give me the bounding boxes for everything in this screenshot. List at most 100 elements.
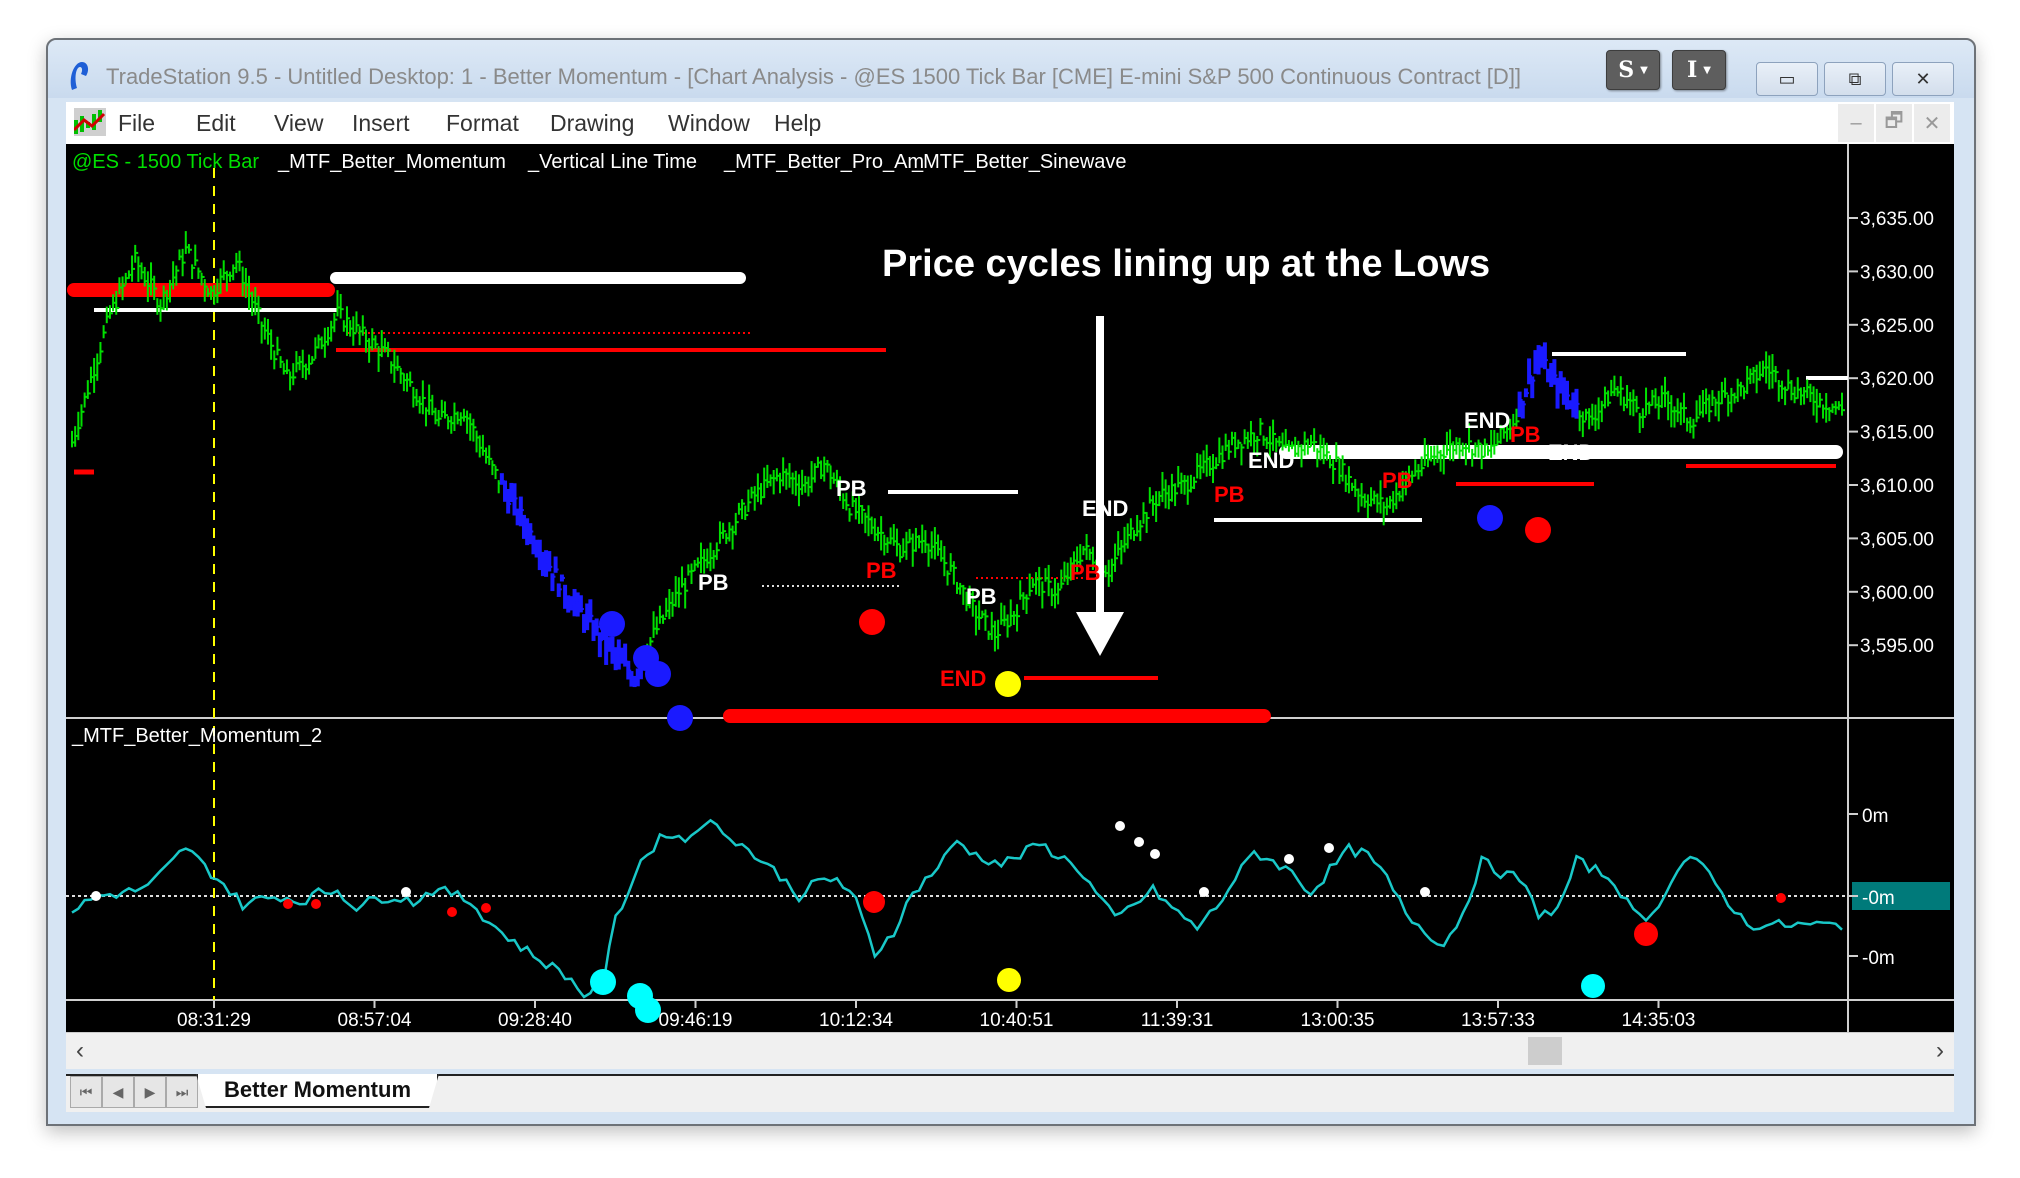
horizontal-scrollbar[interactable]: ‹ › <box>66 1032 1954 1069</box>
tradestation-logo-icon <box>70 62 89 90</box>
pb-label-red: PB <box>1382 468 1413 493</box>
i-overlay-button[interactable]: I ▼ <box>1672 50 1726 90</box>
red-dot <box>311 899 321 909</box>
oscillator-tick-label: -0m <box>1862 888 1895 909</box>
price-tick-label: 3,620.00 <box>1860 369 1934 390</box>
menu-edit[interactable]: Edit <box>196 110 236 137</box>
price-tick-label: 3,615.00 <box>1860 423 1934 444</box>
red-dot <box>283 899 293 909</box>
time-tick-label: 13:57:33 <box>1461 1010 1535 1031</box>
scroll-left-arrow-icon[interactable]: ‹ <box>76 1037 84 1065</box>
tab-next-button[interactable]: ▶ <box>134 1076 166 1108</box>
end-label: END <box>1248 448 1294 473</box>
pb-label-red: PB <box>1070 560 1101 585</box>
time-tick-label: 10:12:34 <box>819 1010 893 1031</box>
price-tick-label: 3,630.00 <box>1860 262 1934 283</box>
indicator-label-vertical-line[interactable]: _Vertical Line Time <box>527 151 697 173</box>
chart-canvas[interactable]: @ES - 1500 Tick Bar _MTF_Better_Momentum… <box>66 144 1954 1032</box>
white-dot <box>1420 887 1430 897</box>
pb-label: PB <box>698 570 729 595</box>
minimize-icon: – <box>1850 111 1862 134</box>
white-dot <box>1134 837 1144 847</box>
mdi-close-button[interactable]: ✕ <box>1914 104 1950 142</box>
menu-format[interactable]: Format <box>446 110 519 137</box>
price-tick-label: 3,610.00 <box>1860 476 1934 497</box>
i-button-label: I <box>1687 57 1698 83</box>
scroll-right-arrow-icon[interactable]: › <box>1936 1037 1944 1065</box>
chart-document-icon <box>74 108 106 136</box>
indicator-label-pro-am[interactable]: _MTF_Better_Pro_Am <box>723 151 924 173</box>
tab-prev-button[interactable]: ◀ <box>102 1076 134 1108</box>
title-bar: TradeStation 9.5 - Untitled Desktop: 1 -… <box>48 40 1974 98</box>
menu-window[interactable]: Window <box>668 110 750 137</box>
time-axis[interactable]: 08:31:29 08:57:04 09:28:40 09:46:19 10:12:34… <box>177 1000 1695 1031</box>
white-dot <box>401 887 411 897</box>
menu-drawing[interactable]: Drawing <box>550 110 634 137</box>
tab-last-button[interactable]: ⏭ <box>166 1076 198 1108</box>
white-dot <box>1199 887 1209 897</box>
price-tick-label: 3,625.00 <box>1860 316 1934 337</box>
menu-insert[interactable]: Insert <box>352 110 410 137</box>
window-title-tail: ]] <box>1508 64 1522 89</box>
menu-file[interactable]: File <box>118 110 155 137</box>
red-dot <box>481 903 491 913</box>
oscillator-line <box>71 818 1843 999</box>
pb-label-red: PB <box>1214 482 1245 507</box>
yellow-dot <box>997 968 1021 992</box>
s-button-label: S <box>1618 57 1635 83</box>
signal-dots <box>91 505 1786 1023</box>
pb-label: PB <box>966 584 997 609</box>
yellow-dot <box>995 671 1021 697</box>
first-icon: ⏮ <box>79 1083 93 1100</box>
end-label: END <box>1082 496 1128 521</box>
blue-dot <box>599 611 625 637</box>
red-dot <box>859 609 885 635</box>
symbol-label[interactable]: @ES - 1500 Tick Bar <box>72 151 259 173</box>
maximize-button[interactable]: ⧉ <box>1824 62 1886 96</box>
maximize-icon: ⧉ <box>1848 68 1862 89</box>
pb-label: PB <box>836 476 867 501</box>
pro-am-levels <box>67 272 1848 723</box>
annotation-text: Price cycles lining up at the Lows <box>882 243 1490 285</box>
white-dot <box>1115 821 1125 831</box>
time-tick-label: 14:35:03 <box>1622 1010 1696 1031</box>
caret-down-icon: ▼ <box>1640 64 1648 76</box>
blue-dot <box>1477 505 1503 531</box>
red-dot <box>447 907 457 917</box>
close-icon: ✕ <box>1923 112 1941 135</box>
scrollbar-thumb[interactable] <box>1528 1037 1562 1065</box>
price-tick-label: 3,600.00 <box>1860 583 1934 604</box>
close-button[interactable]: ✕ <box>1892 62 1954 96</box>
tab-first-button[interactable]: ⏮ <box>70 1076 102 1108</box>
indicator-label-sinewave[interactable]: _MTF_Better_Sinewave <box>911 151 1127 173</box>
cyan-dot <box>590 969 616 995</box>
oscillator-label[interactable]: _MTF_Better_Momentum_2 <box>71 725 322 747</box>
minimize-icon: ▭ <box>1778 68 1796 89</box>
pb-label-red: PB <box>866 558 897 583</box>
time-tick-label: 09:46:19 <box>659 1010 733 1031</box>
oscillator-tick-label: -0m <box>1862 948 1895 969</box>
minimize-button[interactable]: ▭ <box>1756 62 1818 96</box>
price-axis[interactable]: 3,635.00 3,630.00 3,625.00 3,620.00 3,615.00… <box>1848 209 1934 657</box>
end-label: END <box>1464 408 1510 433</box>
mdi-restore-button[interactable]: 🗗 <box>1876 104 1912 142</box>
end-label: END <box>1548 440 1594 465</box>
time-tick-label: 13:00:35 <box>1301 1010 1375 1031</box>
oscillator-axis[interactable]: 0m -0m -0m <box>1848 806 1950 969</box>
menu-view[interactable]: View <box>274 110 323 137</box>
white-dot <box>1150 849 1160 859</box>
tab-better-momentum[interactable]: Better Momentum <box>196 1074 439 1108</box>
indicator-label-momentum[interactable]: _MTF_Better_Momentum <box>277 151 506 173</box>
s-overlay-button[interactable]: S ▼ <box>1606 50 1660 90</box>
oscillator-tick-label: 0m <box>1862 806 1888 827</box>
price-tick-label: 3,635.00 <box>1860 209 1934 230</box>
chart-analysis-area[interactable]: @ES - 1500 Tick Bar _MTF_Better_Momentum… <box>66 144 1954 1032</box>
menu-help[interactable]: Help <box>774 110 821 137</box>
red-dot <box>1525 517 1551 543</box>
window-title-text: TradeStation 9.5 - Untitled Desktop: 1 -… <box>106 64 1509 89</box>
end-label-red: END <box>940 666 986 691</box>
red-dot <box>863 891 885 913</box>
time-tick-label: 08:57:04 <box>338 1010 412 1031</box>
price-tick-label: 3,595.00 <box>1860 636 1934 657</box>
mdi-minimize-button[interactable]: – <box>1838 104 1874 142</box>
